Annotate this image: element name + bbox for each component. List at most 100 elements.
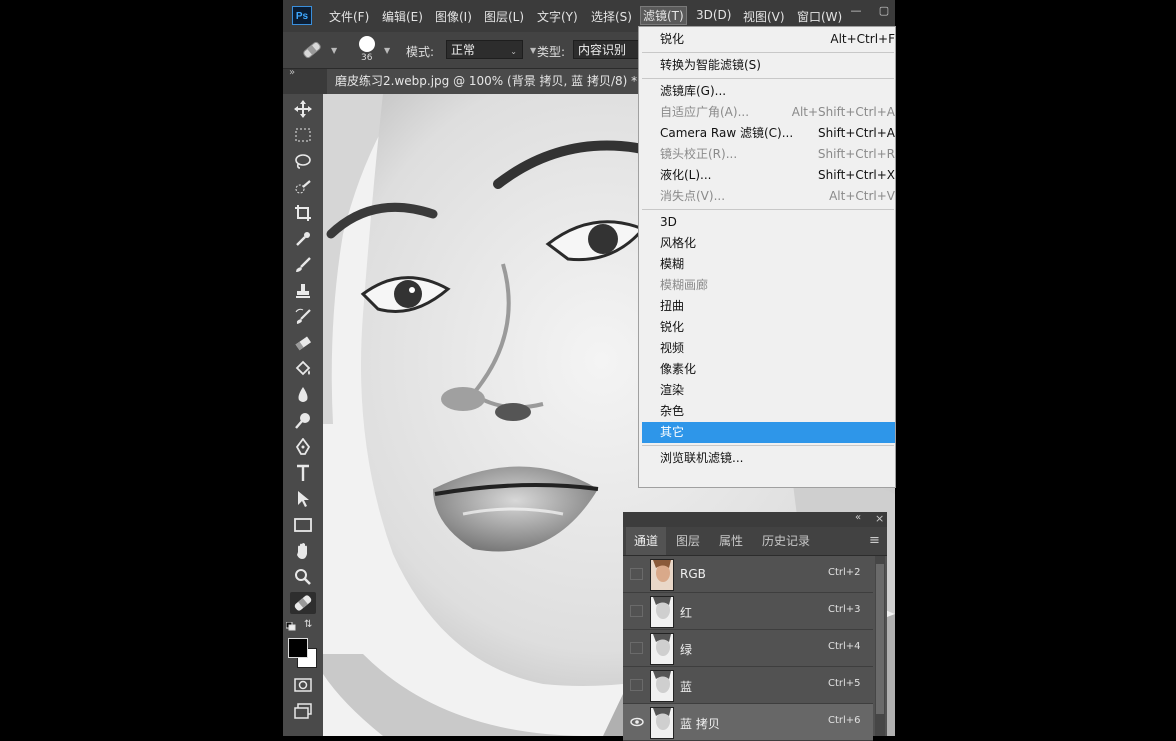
channel-name: 绿 [680,643,693,657]
filter-menu-item[interactable]: 其它 [642,422,895,443]
channel-row[interactable]: 绿 Ctrl+4 [623,630,873,667]
tab-layers[interactable]: 图层 [676,527,700,555]
path-selection-tool-icon[interactable] [290,488,316,510]
menu-image[interactable]: 图像(I) [435,8,472,25]
menu-item-label: 消失点(V)... [660,189,726,203]
default-colors-icon[interactable] [285,620,296,631]
paint-bucket-tool-icon[interactable] [290,358,316,380]
maximize-icon[interactable]: ▢ [877,5,891,17]
channel-row[interactable]: 蓝 拷贝 Ctrl+6 [623,704,873,741]
brush-preview-icon[interactable] [359,36,375,52]
preset-dropdown-icon[interactable]: ▼ [331,46,337,55]
channel-row[interactable]: 红 Ctrl+3 [623,593,873,630]
quick-mask-icon[interactable] [290,674,316,696]
menu-filter[interactable]: 滤镜(T) [640,6,687,25]
quick-selection-tool-icon[interactable] [290,176,316,198]
filter-menu-item[interactable]: 杂色 [639,401,895,422]
menu-separator [642,78,894,79]
marquee-tool-icon[interactable] [290,124,316,146]
document-tab[interactable]: 磨皮练习2.webp.jpg @ 100% (背景 拷贝, 蓝 拷贝/8) *× [327,69,664,94]
collapse-panel-icon[interactable]: « [855,512,861,523]
channel-thumbnail [650,633,674,665]
filter-menu-item[interactable]: 视频 [639,338,895,359]
filter-menu-item[interactable]: 风格化 [639,233,895,254]
menu-3d[interactable]: 3D(D) [696,8,731,22]
type-tool-icon[interactable] [290,462,316,484]
spot-healing-brush-tool-icon[interactable] [290,592,316,614]
filter-menu-item[interactable]: 液化(L)... Shift+Ctrl+X [639,165,895,186]
tab-properties[interactable]: 属性 [719,527,743,555]
close-panel-icon[interactable]: × [875,512,884,525]
swap-colors-icon[interactable]: ⇅ [304,619,312,630]
visibility-toggle[interactable] [630,679,643,691]
brush-size-value: 36 [361,53,373,63]
clone-stamp-tool-icon[interactable] [290,280,316,302]
tab-history[interactable]: 历史记录 [762,527,810,555]
menu-item-label: 转换为智能滤镜(S) [660,58,761,72]
move-tool-icon[interactable] [290,98,316,120]
scrollbar-thumb[interactable] [876,564,884,714]
sample-dropdown-icon[interactable]: ▼ [530,46,536,55]
foreground-color-swatch[interactable] [288,638,308,658]
filter-menu-item[interactable]: 像素化 [639,359,895,380]
menu-separator [642,209,894,210]
eraser-tool-icon[interactable] [290,332,316,354]
filter-menu-item[interactable]: 锐化 [639,317,895,338]
brush-tool-icon[interactable] [290,254,316,276]
visibility-toggle[interactable] [630,568,643,580]
filter-menu-item[interactable]: 渲染 [639,380,895,401]
rectangle-tool-icon[interactable] [290,514,316,536]
menu-item-shortcut: Alt+Ctrl+V [829,189,895,203]
channel-name: 蓝 拷贝 [680,717,720,731]
channel-row[interactable]: 蓝 Ctrl+5 [623,667,873,704]
healing-brush-preset-icon[interactable] [299,39,325,61]
filter-menu-item[interactable]: 扭曲 [639,296,895,317]
minimize-icon[interactable]: — [849,5,863,17]
channel-shortcut: Ctrl+6 [828,715,861,726]
menu-window[interactable]: 窗口(W) [797,8,842,25]
filter-menu-item[interactable]: 模糊 [639,254,895,275]
channel-name: 蓝 [680,680,693,694]
tab-channels[interactable]: 通道 [626,527,667,555]
channel-thumbnail [650,707,674,739]
brush-dropdown-icon[interactable]: ▼ [384,46,390,55]
history-brush-tool-icon[interactable] [290,306,316,328]
menu-edit[interactable]: 编辑(E) [382,8,423,25]
filter-menu-item[interactable]: 浏览联机滤镜... [639,448,895,469]
panel-tabs: 通道 图层 属性 历史记录 ≡ [623,527,887,556]
type-select[interactable]: 内容识别 [573,40,643,59]
filter-menu-item[interactable]: 锐化 Alt+Ctrl+F [639,29,895,50]
channel-list-scrollbar[interactable] [875,556,885,736]
pen-tool-icon[interactable] [290,436,316,458]
panel-collapse-icon[interactable]: » [289,67,295,78]
visibility-toggle[interactable] [630,642,643,654]
crop-tool-icon[interactable] [290,202,316,224]
menu-file[interactable]: 文件(F) [329,8,369,25]
zoom-tool-icon[interactable] [290,566,316,588]
menu-item-label: 液化(L)... [660,168,712,182]
filter-menu-item: 模糊画廊 [639,275,895,296]
blur-tool-icon[interactable] [290,384,316,406]
menu-select[interactable]: 选择(S) [591,8,632,25]
eye-icon[interactable] [630,716,644,728]
filter-menu-item[interactable]: 转换为智能滤镜(S) [639,55,895,76]
eyedropper-tool-icon[interactable] [290,228,316,250]
filter-menu-item: 消失点(V)... Alt+Ctrl+V [639,186,895,207]
visibility-toggle[interactable] [630,605,643,617]
filter-menu-item[interactable]: 滤镜库(G)... [639,81,895,102]
menu-type[interactable]: 文字(Y) [537,8,578,25]
mode-select[interactable]: 正常 ⌄ [446,40,523,59]
lasso-tool-icon[interactable] [290,150,316,172]
hand-tool-icon[interactable] [290,540,316,562]
channel-row[interactable]: RGB Ctrl+2 [623,556,873,593]
channel-thumbnail [650,670,674,702]
menu-layer[interactable]: 图层(L) [484,8,524,25]
filter-menu-item[interactable]: 3D [639,212,895,233]
menu-view[interactable]: 视图(V) [743,8,785,25]
screen-mode-icon[interactable] [290,700,316,722]
dodge-tool-icon[interactable] [290,410,316,432]
panel-menu-icon[interactable]: ≡ [869,533,880,548]
menu-item-shortcut: Shift+Ctrl+X [818,168,895,182]
filter-menu-item[interactable]: Camera Raw 滤镜(C)... Shift+Ctrl+A [639,123,895,144]
menu-separator [642,445,894,446]
